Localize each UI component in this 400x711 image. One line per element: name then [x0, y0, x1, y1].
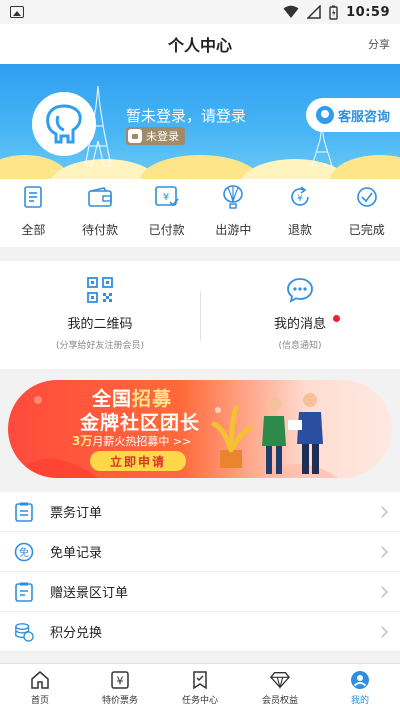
chevron-right-icon	[376, 585, 388, 598]
svg-text:¥: ¥	[117, 675, 124, 688]
image-notification-icon	[10, 6, 24, 18]
page-title: 个人中心	[167, 36, 232, 55]
landmark-illustration	[311, 126, 333, 166]
menu-item-label: 赠送景区订单	[50, 586, 129, 601]
share-button[interactable]: 分享	[368, 36, 390, 52]
page-header: 个人中心 分享	[0, 24, 400, 64]
unread-dot	[333, 315, 340, 322]
menu-item-ticket-orders[interactable]: 票务订单	[0, 492, 400, 532]
wifi-icon	[283, 5, 299, 18]
nav-tab-label: 特价票务	[101, 696, 138, 706]
diamond-icon	[270, 670, 290, 690]
nav-tab-label: 首页	[30, 696, 49, 706]
status-icons: 10:59	[283, 5, 390, 20]
balloon-icon	[221, 185, 245, 209]
menu-item-points-exchange[interactable]: 积分兑换	[0, 612, 400, 652]
menu-item-gift-orders[interactable]: 赠送景区订单	[0, 572, 400, 612]
nav-tab-special-tickets[interactable]: ¥ 特价票务	[80, 664, 160, 711]
home-icon	[30, 670, 50, 690]
free-order-icon: 免	[14, 542, 34, 562]
recruit-salary-amount: 3万	[72, 434, 93, 448]
order-filter-paid[interactable]: ¥ 已付款	[133, 179, 200, 247]
ticket-icon: ¥	[110, 670, 130, 690]
task-icon	[190, 670, 210, 690]
check-circle-icon	[355, 185, 379, 209]
nav-tab-label: 会员权益	[261, 696, 298, 706]
customer-service-label: 客服咨询	[338, 109, 391, 125]
signal-icon	[307, 5, 321, 19]
menu-item-label: 免单记录	[50, 546, 103, 561]
qr-message-row: 我的二维码 (分享给好友注册会员) 我的消息 (信息通知)	[0, 261, 400, 369]
order-filter-refund[interactable]: ¥ 退款	[267, 179, 334, 247]
nav-tab-home[interactable]: 首页	[0, 664, 80, 711]
nav-tab-label: 我的	[350, 696, 369, 706]
recruit-headline-1a: 全国	[92, 388, 133, 410]
recruit-headline-1b: 招募	[132, 388, 173, 410]
order-filter-label: 已完成	[348, 223, 385, 237]
order-filter-label: 出游中	[215, 223, 252, 237]
messages-subtitle: (信息通知)	[278, 341, 322, 351]
elephant-logo-icon	[46, 104, 82, 144]
customer-service-button[interactable]: 客服咨询	[306, 98, 400, 132]
chevron-right-icon	[376, 545, 388, 558]
nav-tab-task-center[interactable]: 任务中心	[160, 664, 240, 711]
qr-code-icon	[87, 277, 113, 303]
recruit-headline-1: 全国招募	[92, 384, 172, 411]
order-status-row: 全部 待付款 ¥ 已付款 出游中 ¥ 退款 已完成	[0, 179, 400, 247]
order-filter-completed[interactable]: 已完成	[333, 179, 400, 247]
refund-icon: ¥	[288, 185, 312, 209]
document-icon	[21, 185, 45, 209]
order-filter-all[interactable]: 全部	[0, 179, 67, 247]
recruit-salary-text: 月薪火热招募中 >>	[92, 435, 192, 448]
user-icon	[350, 670, 370, 690]
message-bubble-icon	[287, 278, 313, 303]
menu-item-free-orders[interactable]: 免 免单记录	[0, 532, 400, 572]
nav-tab-label: 任务中心	[181, 696, 218, 706]
recruit-salary-line: 3万月薪火热招募中 >>	[72, 432, 191, 449]
order-filter-label: 全部	[21, 223, 46, 237]
menu-item-label: 积分兑换	[50, 626, 103, 641]
coins-icon	[14, 622, 34, 642]
messages-title: 我的消息	[273, 317, 326, 332]
ticket-order-icon	[14, 502, 34, 522]
qr-code-subtitle: (分享给好友注册会员)	[55, 341, 145, 351]
nav-tab-mine[interactable]: 我的	[320, 664, 400, 711]
customer-service-icon	[316, 106, 334, 124]
login-prompt[interactable]: 暂未登录，请登录	[126, 105, 246, 126]
order-filter-label: 待付款	[82, 223, 119, 237]
apply-now-button[interactable]: 立即申请	[90, 451, 186, 471]
svg-text:免: 免	[19, 546, 29, 559]
my-messages-button[interactable]: 我的消息 (信息通知)	[200, 261, 400, 369]
paid-ticket-icon: ¥	[154, 185, 179, 209]
menu-list: 票务订单 免 免单记录 赠送景区订单 积分兑换	[0, 492, 400, 652]
cloud-decoration	[140, 155, 260, 179]
svg-text:¥: ¥	[297, 194, 303, 204]
order-filter-label: 退款	[288, 223, 313, 237]
login-status-badge: 未登录	[126, 127, 185, 145]
lock-icon	[128, 129, 142, 143]
battery-icon	[329, 5, 338, 20]
chevron-right-icon	[376, 625, 388, 638]
profile-banner: 暂未登录，请登录 未登录 客服咨询	[0, 64, 400, 179]
login-status-label: 未登录	[146, 130, 179, 143]
bottom-nav: 首页 ¥ 特价票务 任务中心 会员权益 我的	[0, 663, 400, 711]
status-bar: 10:59	[0, 0, 400, 24]
nav-tab-member-benefits[interactable]: 会员权益	[240, 664, 320, 711]
gift-order-icon	[14, 582, 34, 602]
clock: 10:59	[346, 4, 390, 20]
recruit-headline-2: 金牌社区团长	[80, 412, 201, 434]
my-qr-code-button[interactable]: 我的二维码 (分享给好友注册会员)	[0, 261, 200, 369]
recruitment-banner[interactable]: 全国招募 金牌社区团长 3万月薪火热招募中 >> 立即申请	[8, 380, 392, 478]
qr-code-title: 我的二维码	[67, 317, 133, 332]
order-filter-traveling[interactable]: 出游中	[200, 179, 267, 247]
menu-item-label: 票务订单	[50, 506, 103, 521]
order-filter-pending-payment[interactable]: 待付款	[67, 179, 134, 247]
wallet-icon	[88, 185, 112, 209]
avatar[interactable]	[32, 92, 96, 156]
svg-text:¥: ¥	[162, 192, 168, 203]
order-filter-label: 已付款	[148, 223, 185, 237]
chevron-right-icon	[376, 505, 388, 518]
recruit-people-illustration	[211, 393, 323, 474]
